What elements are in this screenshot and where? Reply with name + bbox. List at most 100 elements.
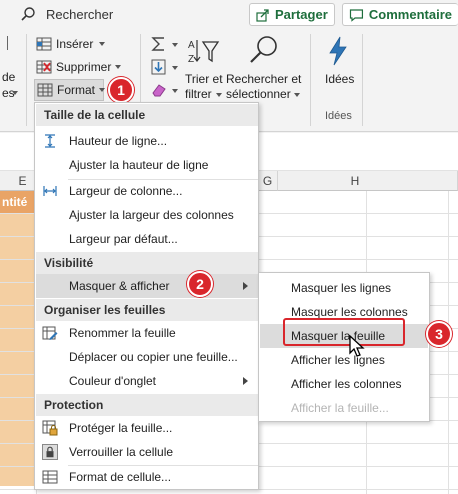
top-bar: Rechercher Partager Commentaire xyxy=(0,0,458,30)
column-width-label: Largeur de colonne... xyxy=(69,184,183,198)
comment-icon xyxy=(349,8,364,22)
rename-sheet-label: Renommer la feuille xyxy=(69,326,176,340)
table-header-cell[interactable]: ntité xyxy=(0,191,36,213)
step-badge-2: 2 xyxy=(187,271,213,297)
row-height-icon xyxy=(45,134,55,148)
rename-sheet-icon xyxy=(42,326,58,340)
menu-item-rename-sheet[interactable]: Renommer la feuille xyxy=(36,321,258,345)
column-e-label: E xyxy=(18,173,27,188)
insert-cells-icon xyxy=(36,37,52,51)
section-cell-size: Taille de la cellule xyxy=(36,104,258,126)
submenu-item-show-columns[interactable]: Afficher les colonnes xyxy=(260,372,428,396)
hide-unhide-label: Masquer & afficher xyxy=(69,279,170,293)
column-header-h[interactable]: H xyxy=(278,171,458,191)
group-separator xyxy=(26,34,27,126)
delete-button[interactable]: Supprimer xyxy=(36,59,122,75)
chevron-down-icon[interactable] xyxy=(172,66,178,70)
sort-label-line1: Trier et xyxy=(185,72,223,86)
search-input[interactable]: Rechercher xyxy=(46,7,113,22)
comment-label: Commentaire xyxy=(368,7,452,22)
group-separator xyxy=(362,34,363,126)
sort-filter-icon: A Z xyxy=(188,40,220,65)
submenu-item-hide-rows[interactable]: Masquer les lignes xyxy=(260,276,428,300)
column-g-label: G xyxy=(262,173,273,188)
hide-unhide-submenu: Masquer les lignes Masquer les colonnes … xyxy=(258,272,430,422)
column-header-e[interactable]: E xyxy=(0,171,36,191)
format-button-content[interactable]: Format xyxy=(37,82,106,98)
share-icon xyxy=(256,8,269,22)
chevron-right-icon xyxy=(243,282,248,290)
menu-item-move-copy-sheet[interactable]: Déplacer ou copier une feuille... xyxy=(36,345,258,369)
menu-item-default-width[interactable]: Largeur par défaut... xyxy=(36,227,258,251)
fill-down-icon[interactable] xyxy=(150,59,168,75)
group-separator xyxy=(310,34,311,126)
submenu-item-show-sheet: Afficher la feuille... xyxy=(291,401,389,415)
default-width-label: Largeur par défaut... xyxy=(69,232,178,246)
tab-color-label: Couleur d'onglet xyxy=(69,374,157,388)
section-organize-sheets: Organiser les feuilles xyxy=(36,299,258,321)
ideas-lightning-icon[interactable] xyxy=(327,36,349,66)
chevron-down-icon xyxy=(115,65,122,69)
menu-item-hide-unhide[interactable]: Masquer & afficher xyxy=(36,274,258,298)
chevron-down-icon[interactable] xyxy=(12,91,18,95)
find-magnifier-icon[interactable] xyxy=(248,34,280,66)
menu-item-row-height[interactable]: Hauteur de ligne... xyxy=(36,129,258,153)
ideas-label[interactable]: Idées xyxy=(325,72,354,86)
partial-icon xyxy=(0,36,8,50)
menu-item-lock-cell[interactable]: Verrouiller la cellule xyxy=(36,440,258,464)
step-badge-1: 1 xyxy=(108,77,134,103)
chevron-down-icon[interactable] xyxy=(172,43,178,47)
delete-label: Supprimer xyxy=(56,60,112,74)
lock-cell-label: Verrouiller la cellule xyxy=(69,445,174,459)
menu-item-autofit-row[interactable]: Ajuster la hauteur de ligne xyxy=(36,153,258,177)
share-button[interactable]: Partager xyxy=(249,3,335,26)
column-h-label: H xyxy=(350,173,360,188)
delete-cells-icon xyxy=(36,60,52,74)
autosum-icon[interactable] xyxy=(150,36,168,52)
chevron-right-icon xyxy=(243,377,248,385)
menu-item-tab-color[interactable]: Couleur d'onglet xyxy=(36,369,258,393)
svg-text:A: A xyxy=(188,40,195,51)
autofit-column-label: Ajuster la largeur des colonnes xyxy=(69,208,234,222)
ideas-group-label: Idées xyxy=(325,110,352,122)
row-height-label: Hauteur de ligne... xyxy=(69,134,168,148)
menu-item-autofit-column[interactable]: Ajuster la largeur des colonnes xyxy=(36,203,258,227)
comment-button[interactable]: Commentaire xyxy=(342,3,458,26)
column-header-g[interactable]: G xyxy=(258,171,278,191)
sort-label-line2: filtrer xyxy=(185,87,212,101)
insert-button[interactable]: Insérer xyxy=(36,36,106,52)
move-copy-label: Déplacer ou copier une feuille... xyxy=(69,350,238,364)
lock-icon xyxy=(42,444,58,460)
find-label-line1[interactable]: Rechercher et xyxy=(226,72,301,86)
find-label-line2[interactable]: sélectionner xyxy=(226,87,291,101)
column-width-icon xyxy=(43,186,57,196)
protect-sheet-label: Protéger la feuille... xyxy=(69,421,173,435)
share-label: Partager xyxy=(275,7,328,22)
highlight-box xyxy=(283,318,405,346)
clear-eraser-icon[interactable] xyxy=(150,82,168,98)
format-cells-label: Format de cellule... xyxy=(69,470,172,484)
protect-sheet-lock-icon xyxy=(42,420,58,436)
menu-item-protect-sheet[interactable]: Protéger la feuille... xyxy=(36,416,258,440)
ribbon-partial-label-1: de xyxy=(2,70,16,84)
format-cells-icon xyxy=(42,470,58,484)
submenu-item-show-rows[interactable]: Afficher les lignes xyxy=(260,348,428,372)
insert-label: Insérer xyxy=(56,37,94,51)
format-cells-icon xyxy=(37,83,53,97)
search-icon[interactable] xyxy=(20,6,36,22)
svg-text:Z: Z xyxy=(188,54,194,65)
chevron-down-icon[interactable] xyxy=(172,89,178,93)
menu-item-format-cells[interactable]: Format de cellule... xyxy=(36,465,258,489)
section-protection: Protection xyxy=(36,394,258,416)
mouse-cursor-icon xyxy=(349,335,365,357)
autofit-row-label: Ajuster la hauteur de ligne xyxy=(69,158,209,172)
step-badge-3: 3 xyxy=(426,321,452,347)
chevron-down-icon xyxy=(99,88,106,92)
chevron-down-icon xyxy=(294,93,300,97)
section-visibility: Visibilité xyxy=(36,252,258,274)
format-label: Format xyxy=(57,83,96,97)
format-dropdown-menu: Taille de la cellule Hauteur de ligne...… xyxy=(34,102,259,490)
chevron-down-icon xyxy=(216,93,222,97)
menu-item-column-width[interactable]: Largeur de colonne... xyxy=(36,179,258,203)
chevron-down-icon xyxy=(99,42,106,46)
